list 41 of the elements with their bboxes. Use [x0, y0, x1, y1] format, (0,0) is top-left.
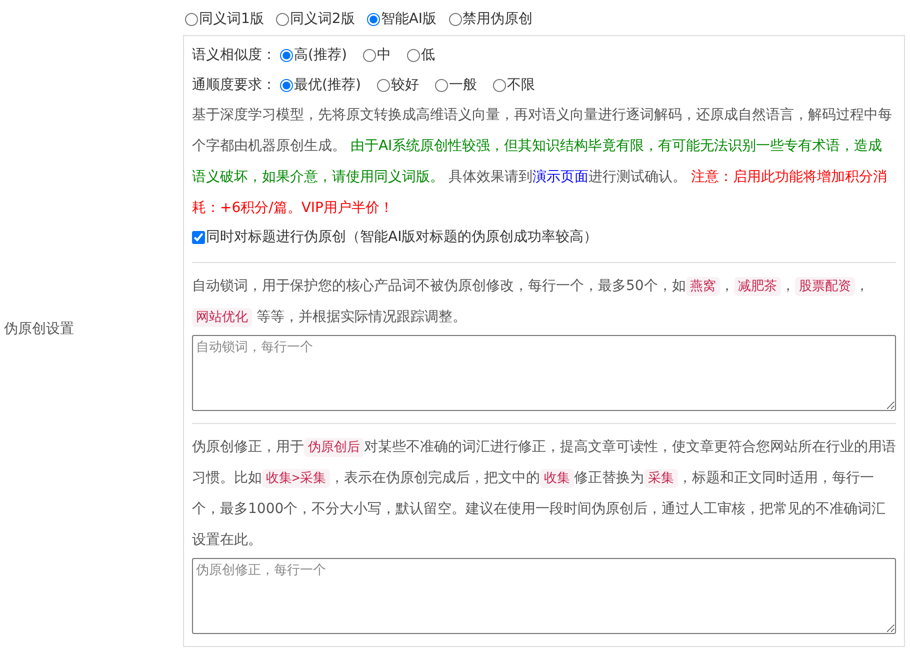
radio-button[interactable] — [434, 78, 448, 92]
keyword-tag: 收集 — [540, 469, 574, 488]
option-label[interactable]: 较好 — [390, 74, 419, 96]
option-label[interactable]: 同义词1版 — [199, 9, 264, 30]
corrections-description: 伪原创修正，用于 伪原创后 对某些不准确的词汇进行修正，提高文章可读性，使文章更符合您网站所在行业的用语习惯。比如 收集>采集 ，表示在伪原创完成后，把文中的 收集 修正替换为 采集 ，标题和正文同时适用，每行一个，最多1000个，不分大小写，默认留空。建议在使用一段时间伪原创后，通过人工审核，把常见的不准确词汇设置在此。 — [192, 437, 896, 550]
keyword-tag: 网站优化 — [192, 308, 252, 327]
option-label[interactable]: 低 — [420, 44, 435, 66]
option-label[interactable]: 禁用伪原创 — [462, 9, 533, 30]
description-text: 基于深度学习模型，先将原文转换成高维语义向量，再对语义向量进行逐词解码，还原成自然语言，解码过程中每个字都由机器原创生成。 由于AI系统原创性较强，但其知识结构毕竟有限，有可能无法识别一些专有术语，造成语义破坏，如果介意，请使用同义词版。 具体效果请到演示页面进行测试确认。 注意：启用此功能将增加积分消耗：+6积分/篇。VIP用户半价！ — [192, 106, 893, 218]
radio-button[interactable] — [492, 78, 506, 92]
checkbox[interactable] — [192, 230, 205, 244]
radio-button[interactable] — [185, 13, 198, 26]
option-label[interactable]: 智能AI版 — [380, 9, 437, 30]
option-label[interactable]: 同义词2版 — [290, 9, 355, 30]
keyword-tag: 采集 — [644, 469, 678, 488]
demo-page-link[interactable]: 演示页面 — [532, 169, 588, 185]
option-label[interactable]: 高(推荐) — [294, 44, 347, 66]
radio-button[interactable] — [406, 48, 420, 62]
radio-button[interactable] — [362, 48, 376, 62]
settings-label: 伪原创设置 — [4, 320, 74, 338]
radio-button[interactable] — [448, 13, 462, 26]
option-group-label: 语义相似度： — [192, 46, 276, 64]
keyword-tag: 燕窝 — [686, 277, 720, 296]
radio-button[interactable] — [366, 13, 380, 26]
keyword-tag: 收集>采集 — [262, 469, 330, 488]
keyword-tag: 股票配资 — [794, 277, 855, 296]
radio-button[interactable] — [276, 13, 289, 26]
keyword-tag: 减肥茶 — [734, 277, 781, 296]
checkbox-label[interactable]: 同时对标题进行伪原创（智能AI版对标题的伪原创成功率较高） — [206, 226, 598, 248]
radio-button[interactable] — [376, 78, 390, 92]
option-label[interactable]: 最优(推荐) — [294, 74, 361, 96]
keyword-tag: 伪原创后 — [304, 438, 364, 457]
radio-button[interactable] — [280, 78, 293, 92]
option-label[interactable]: 不限 — [506, 74, 535, 96]
text-area-field[interactable]: 自动锁词，每行一个 — [192, 335, 896, 411]
option-label[interactable]: 中 — [376, 44, 391, 66]
text-area-field[interactable]: 伪原创修正，每行一个 — [192, 558, 896, 634]
option-group-label: 通顺度要求： — [192, 76, 276, 94]
option-label[interactable]: 一般 — [448, 74, 477, 96]
lock-words-description: 自动锁词，用于保护您的核心产品词不被伪原创修改，每行一个，最多50个，如 燕窝 ， 减肥茶 ， 股票配资 ， 网站优化 等等，并根据实际情况跟踪调整。 — [192, 276, 870, 329]
radio-button[interactable] — [280, 48, 293, 62]
